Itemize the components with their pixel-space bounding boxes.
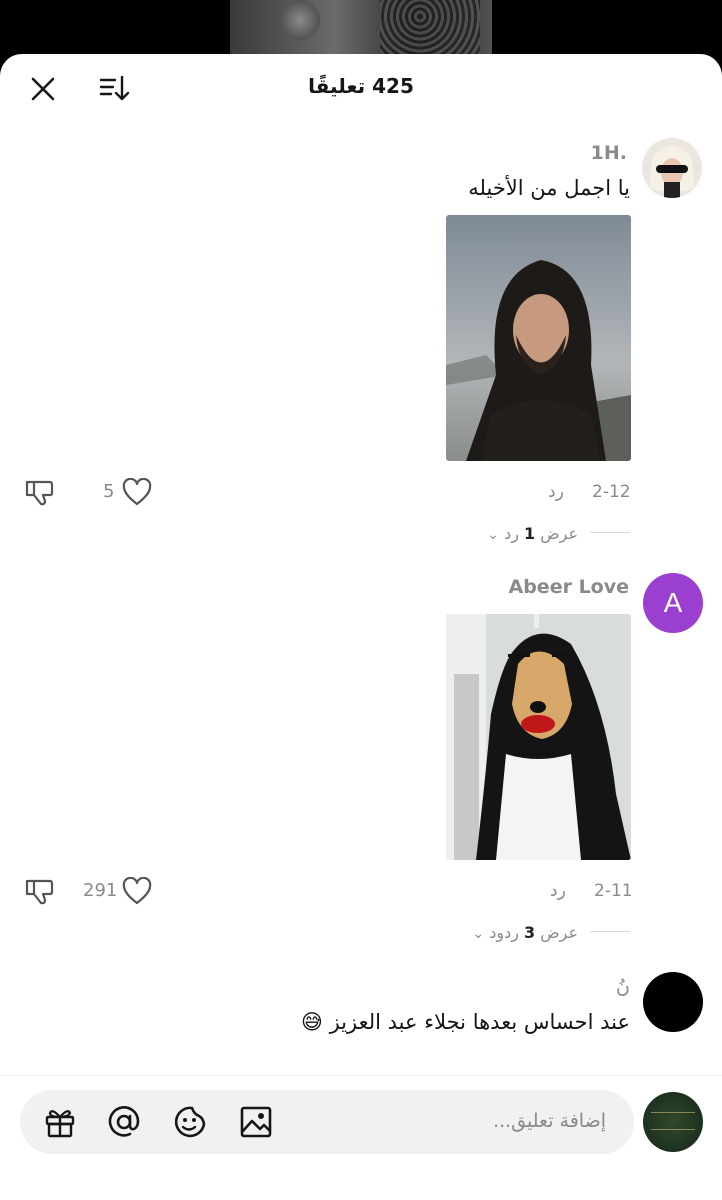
comment-attachment-image[interactable] [446,215,631,461]
comment-attachment-image[interactable] [446,614,631,860]
view-replies-prefix: عرض [540,524,578,543]
dislike-icon[interactable] [24,876,54,906]
chevron-down-icon: ⌄ [472,926,485,942]
avatar[interactable]: A [643,573,703,633]
comment-text: عند احساس بعدها نجلاء عبد العزيز 😅 [301,1010,630,1034]
comment-username[interactable]: نُ [616,976,630,998]
video-shape [280,0,320,40]
comment-date: 2-12 [592,482,631,502]
mention-icon[interactable] [106,1104,142,1140]
avatar[interactable] [643,972,703,1032]
video-shape [380,0,480,55]
comment-composer: إضافة تعليق... [0,1075,722,1200]
image-icon[interactable] [238,1104,274,1140]
comments-count-title: 425 تعليقًا [308,74,414,98]
gift-icon[interactable] [42,1104,78,1140]
divider [590,532,630,533]
view-replies-prefix: عرض [540,923,578,942]
dislike-icon[interactable] [24,477,54,507]
view-replies-suffix: رد [504,524,519,543]
avatar-decoration [651,1112,695,1130]
emoji-icon[interactable] [172,1104,208,1140]
avatar[interactable] [642,138,702,198]
chevron-down-icon: ⌄ [487,527,499,543]
comment-input-placeholder: إضافة تعليق... [493,1110,606,1132]
comment-input[interactable]: إضافة تعليق... [20,1090,634,1154]
view-replies-suffix: ردود [489,923,519,942]
comments-header: 425 تعليقًا [0,54,722,122]
like-count: 5 [103,481,115,502]
reply-button[interactable]: رد [550,881,566,901]
heart-icon[interactable] [122,477,152,506]
reply-button[interactable]: رد [548,482,564,502]
heart-icon[interactable] [122,876,152,905]
view-replies-button[interactable]: عرض 1 رد ⌄ [487,524,578,543]
comment-text: يا اجمل من الأخيله [468,176,630,200]
comment-date: 2-11 [594,881,633,901]
comment-username[interactable]: Abeer Love [509,576,630,598]
comments-sheet: 425 تعليقًا 1H. يا اجمل من الأخيله 2-12 … [0,54,722,1200]
comment-username[interactable]: 1H. [591,142,627,164]
video-background [230,0,492,60]
like-count: 291 [83,880,118,901]
view-replies-count: 3 [524,923,536,942]
current-user-avatar[interactable] [643,1092,703,1152]
divider [590,931,630,932]
view-replies-button[interactable]: عرض 3 ردود ⌄ [472,923,578,942]
view-replies-count: 1 [524,524,536,543]
avatar-letter: A [663,587,683,618]
